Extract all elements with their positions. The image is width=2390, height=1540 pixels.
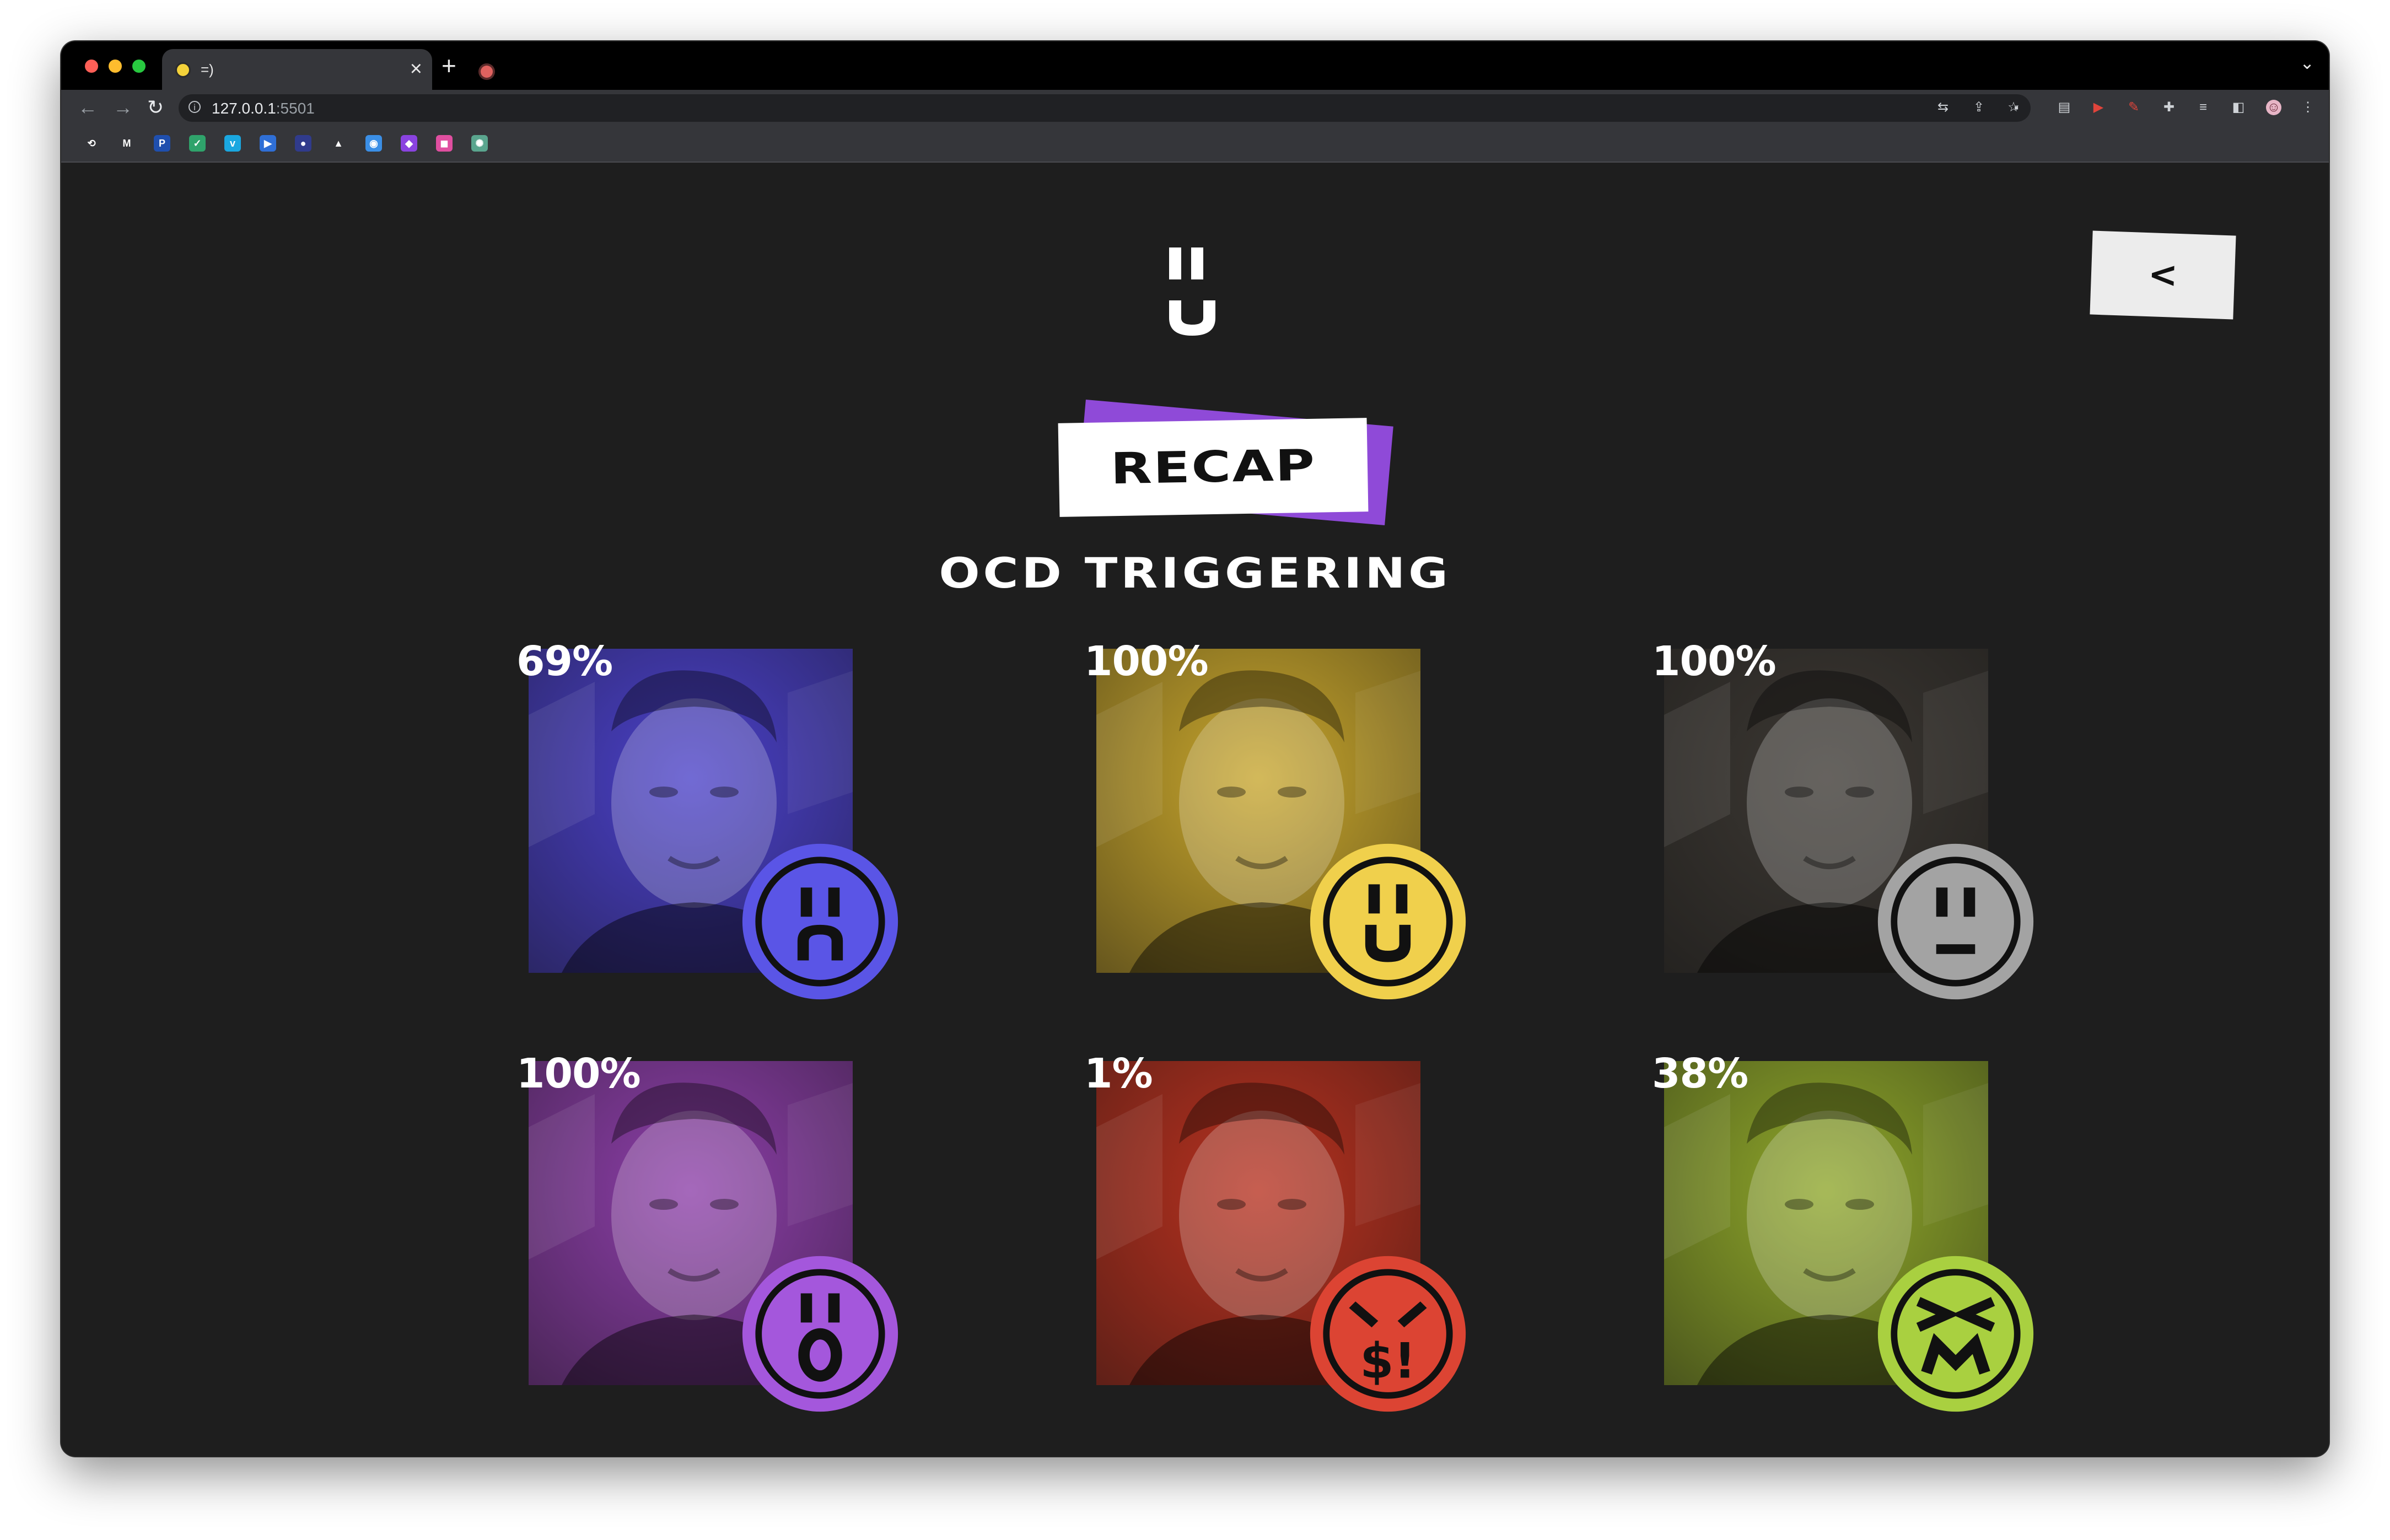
page-subtitle: OCD TRIGGERING <box>939 548 1451 597</box>
result-card: 38% <box>1652 1049 2071 1456</box>
extension-pdf-icon[interactable]: ✎ <box>2126 100 2141 115</box>
extensions-puzzle-icon[interactable]: ✚ <box>2161 100 2177 115</box>
tab-title: =) <box>201 61 214 78</box>
close-tab-icon[interactable]: × <box>410 56 422 82</box>
card-percent: 69% <box>516 638 613 685</box>
drive-bookmark[interactable]: ▲ <box>330 135 347 152</box>
recap-heading: RECAP <box>1110 440 1317 494</box>
angry-face-icon: $! <box>1310 1256 1466 1412</box>
browser-menu-icon[interactable]: ⋮ <box>2300 100 2316 115</box>
active-tab[interactable]: =) × <box>162 49 493 90</box>
forward-arrow-icon[interactable]: → <box>113 94 133 121</box>
extension-video-icon[interactable]: ▶ <box>2091 100 2106 115</box>
close-window-button[interactable] <box>85 60 98 73</box>
recording-indicator-icon <box>481 66 493 78</box>
back-button[interactable]: < <box>2090 230 2236 320</box>
result-card: 1% $! <box>1084 1049 1503 1456</box>
neutral-face-icon <box>1877 843 2034 1000</box>
card-percent: 100% <box>516 1050 641 1097</box>
card-percent: 100% <box>1084 638 1209 685</box>
reload-icon[interactable]: ↻ <box>147 94 164 121</box>
result-card: 69% <box>516 637 935 1044</box>
reading-list-icon[interactable]: ≡ <box>2195 100 2211 115</box>
back-arrow-icon[interactable]: ← <box>78 94 98 121</box>
browser-toolbar: ← → ↻ i 127.0.0.1:5501 ▪ ⇆ ⇪ ☆ ▤ ▶ ✎ ✚ ≡… <box>61 90 2329 125</box>
maximize-window-button[interactable] <box>132 60 146 73</box>
result-card: 100% <box>1084 637 1503 1044</box>
minimize-window-button[interactable] <box>109 60 122 73</box>
result-card: 100% <box>1652 637 2071 1044</box>
recap-heading-block: RECAP <box>1053 399 1417 537</box>
url-text: 127.0.0.1:5501 <box>212 100 315 117</box>
result-card: 100% <box>516 1049 935 1456</box>
bookmark-star-icon[interactable]: ☆ <box>2006 100 2021 115</box>
circle-bookmark[interactable]: ● <box>295 135 311 152</box>
happy-face-icon <box>1310 843 1466 1000</box>
back-button-label: < <box>2147 254 2179 296</box>
bookmarks-bar: ⟲ M P ✓ v ▶ ● ▲ ◉ ◆ ◼ ✺ <box>61 125 2329 163</box>
side-panel-icon[interactable]: ◧ <box>2231 100 2246 115</box>
twitch-bookmark[interactable]: ◆ <box>401 135 417 152</box>
logo-face-icon <box>1169 247 1215 336</box>
tab-search-chevron-icon[interactable]: ⌄ <box>2300 52 2314 73</box>
smiley-favicon-icon <box>175 62 191 78</box>
gmail-bookmark[interactable]: M <box>119 135 135 152</box>
squint-face-icon <box>1877 1256 2034 1412</box>
play-bookmark[interactable]: ▶ <box>260 135 276 152</box>
figma-bookmark[interactable]: ◼ <box>436 135 453 152</box>
card-percent: 100% <box>1652 638 1777 685</box>
sad-face-icon <box>742 843 898 1000</box>
vimeo-bookmark[interactable]: v <box>224 135 241 152</box>
svg-text:$!: $! <box>1360 1332 1416 1389</box>
translate-icon[interactable]: ⇆ <box>1935 100 1951 115</box>
chatgpt-bookmark[interactable]: ✺ <box>471 135 488 152</box>
tab-strip: =) × + ⌄ <box>61 41 2329 90</box>
extension-tabs-icon[interactable]: ▤ <box>2057 100 2072 115</box>
card-percent: 38% <box>1652 1050 1748 1097</box>
browser-window: =) × + ⌄ ← → ↻ i 127.0.0.1:5501 ▪ ⇆ ⇪ ☆ … <box>61 41 2329 1456</box>
card-percent: 1% <box>1084 1050 1153 1097</box>
surprised-face-icon <box>742 1256 898 1412</box>
vuejs-bookmark[interactable]: ✓ <box>189 135 206 152</box>
share-icon[interactable]: ⇪ <box>1971 100 1987 115</box>
paypal-bookmark[interactable]: P <box>154 135 170 152</box>
new-tab-button[interactable]: + <box>442 50 456 81</box>
recap-heading-box: RECAP <box>1058 418 1369 517</box>
history-bookmark[interactable]: ⟲ <box>83 135 100 152</box>
site-info-icon[interactable]: i <box>189 101 201 113</box>
address-bar[interactable]: i 127.0.0.1:5501 ▪ <box>179 94 2031 122</box>
recap-page: < RECAP OCD TRIGGERING 69% 100% 100% 100… <box>61 163 2329 1456</box>
profile-avatar[interactable]: ☺ <box>2266 100 2281 115</box>
app-bookmark[interactable]: ◉ <box>365 135 382 152</box>
